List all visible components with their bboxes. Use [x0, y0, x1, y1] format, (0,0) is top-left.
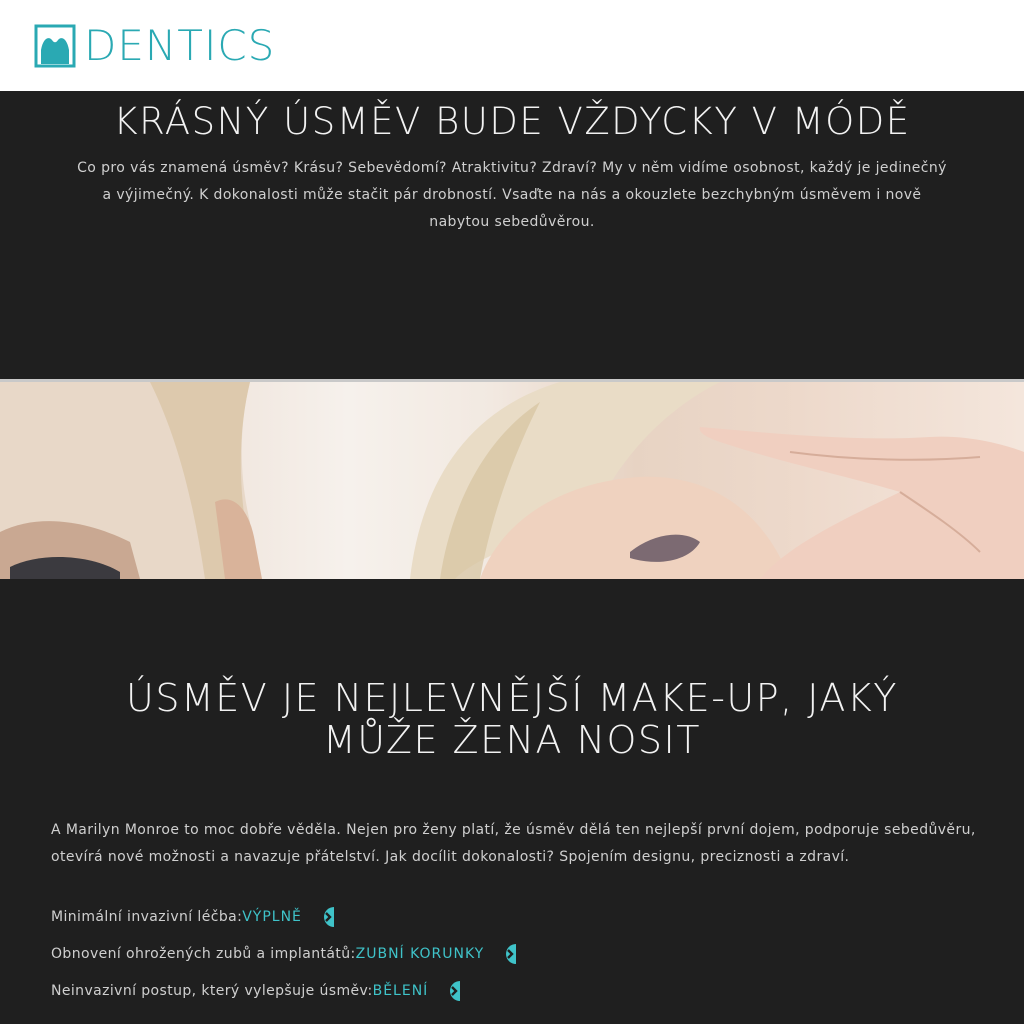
section-title-line-1: ÚSMĚV JE NEJLEVNĚJŠÍ MAKE-UP, JAKÝ — [126, 676, 898, 720]
arrow-circle-icon[interactable] — [446, 981, 461, 1001]
content-section: ÚSMĚV JE NEJLEVNĚJŠÍ MAKE-UP, JAKÝ MŮŽE … — [0, 579, 1024, 1024]
hero-section: KRÁSNÝ ÚSMĚV BUDE VŽDYCKY V MÓDĚ Co pro … — [0, 91, 1024, 379]
section-text: A Marilyn Monroe to moc dobře věděla. Ne… — [51, 822, 976, 865]
service-label: Neinvazivní postup, který vylepšuje úsmě… — [51, 983, 373, 999]
hero-title: KRÁSNÝ ÚSMĚV BUDE VŽDYCKY V MÓDĚ — [113, 100, 911, 143]
site-header: DENTICS — [0, 0, 1024, 91]
logo-text: DENTICS — [84, 21, 276, 70]
hero-photo — [0, 382, 1024, 579]
service-label: Minimální invazivní léčba: — [51, 909, 243, 925]
logo[interactable]: DENTICS — [34, 24, 275, 68]
tooth-logo-icon — [34, 24, 76, 68]
woman-face-photo — [0, 382, 1024, 579]
service-item-crowns: Obnovení ohrožených zubů a implantátů: Z… — [51, 943, 517, 965]
service-label: Obnovení ohrožených zubů a implantátů: — [51, 946, 356, 962]
service-link-whitening[interactable]: BĚLENÍ — [373, 983, 429, 999]
service-link-crowns[interactable]: ZUBNÍ KORUNKY — [356, 946, 485, 962]
hero-text: Co pro vás znamená úsměv? Krásu? Sebevěd… — [77, 160, 947, 230]
arrow-circle-icon[interactable] — [502, 944, 517, 964]
section-title: ÚSMĚV JE NEJLEVNĚJŠÍ MAKE-UP, JAKÝ MŮŽE … — [0, 677, 1024, 761]
service-item-whitening: Neinvazivní postup, který vylepšuje úsmě… — [51, 980, 461, 1002]
section-title-line-2: MŮŽE ŽENA NOSIT — [323, 718, 701, 762]
arrow-circle-icon[interactable] — [320, 907, 334, 927]
service-item-fillings: Minimální invazivní léčba: VÝPLNĚ — [51, 906, 334, 928]
service-link-fillings[interactable]: VÝPLNĚ — [242, 909, 302, 925]
